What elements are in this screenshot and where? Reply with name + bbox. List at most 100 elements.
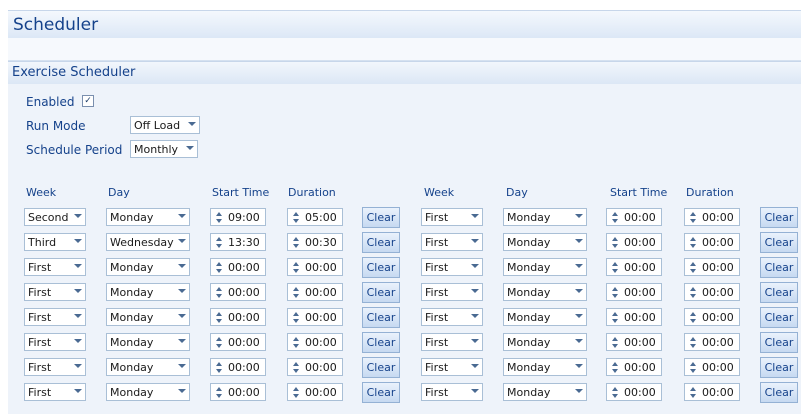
spinner-arrows-icon[interactable]: [293, 335, 300, 349]
down-arrow-icon[interactable]: [216, 369, 222, 373]
up-arrow-icon[interactable]: [216, 387, 222, 391]
day-select[interactable]: Monday: [106, 333, 190, 351]
duration-spinner[interactable]: 00:00: [287, 283, 343, 301]
day-select[interactable]: Monday: [106, 308, 190, 326]
duration-spinner[interactable]: 00:00: [684, 208, 740, 226]
day-select[interactable]: Monday: [503, 333, 587, 351]
down-arrow-icon[interactable]: [612, 344, 618, 348]
day-select[interactable]: Monday: [503, 283, 587, 301]
down-arrow-icon[interactable]: [293, 344, 299, 348]
up-arrow-icon[interactable]: [690, 387, 696, 391]
up-arrow-icon[interactable]: [293, 362, 299, 366]
up-arrow-icon[interactable]: [612, 212, 618, 216]
day-select[interactable]: Monday: [503, 383, 587, 401]
duration-spinner[interactable]: 00:00: [684, 283, 740, 301]
down-arrow-icon[interactable]: [612, 394, 618, 398]
clear-button[interactable]: Clear: [760, 207, 798, 228]
up-arrow-icon[interactable]: [690, 312, 696, 316]
down-arrow-icon[interactable]: [216, 319, 222, 323]
down-arrow-icon[interactable]: [612, 244, 618, 248]
up-arrow-icon[interactable]: [216, 212, 222, 216]
clear-button[interactable]: Clear: [362, 307, 400, 328]
start-time-spinner[interactable]: 13:30: [210, 233, 266, 251]
clear-button[interactable]: Clear: [760, 357, 798, 378]
up-arrow-icon[interactable]: [293, 262, 299, 266]
start-time-spinner[interactable]: 00:00: [606, 208, 662, 226]
enabled-checkbox[interactable]: ✓: [82, 95, 94, 107]
period-select[interactable]: Monthly: [130, 140, 198, 158]
day-select[interactable]: Wednesday: [106, 233, 190, 251]
run-mode-select[interactable]: Off Load: [130, 116, 200, 134]
start-time-spinner[interactable]: 00:00: [210, 358, 266, 376]
start-time-spinner[interactable]: 00:00: [606, 383, 662, 401]
start-time-spinner[interactable]: 00:00: [606, 258, 662, 276]
down-arrow-icon[interactable]: [293, 244, 299, 248]
down-arrow-icon[interactable]: [293, 369, 299, 373]
up-arrow-icon[interactable]: [216, 262, 222, 266]
down-arrow-icon[interactable]: [690, 394, 696, 398]
up-arrow-icon[interactable]: [293, 212, 299, 216]
clear-button[interactable]: Clear: [760, 382, 798, 403]
spinner-arrows-icon[interactable]: [293, 235, 300, 249]
duration-spinner[interactable]: 00:00: [684, 258, 740, 276]
spinner-arrows-icon[interactable]: [690, 335, 697, 349]
start-time-spinner[interactable]: 00:00: [210, 283, 266, 301]
week-select[interactable]: First: [421, 358, 483, 376]
spinner-arrows-icon[interactable]: [293, 285, 300, 299]
day-select[interactable]: Monday: [503, 258, 587, 276]
spinner-arrows-icon[interactable]: [690, 385, 697, 399]
up-arrow-icon[interactable]: [612, 362, 618, 366]
up-arrow-icon[interactable]: [612, 237, 618, 241]
duration-spinner[interactable]: 00:30: [287, 233, 343, 251]
spinner-arrows-icon[interactable]: [293, 260, 300, 274]
spinner-arrows-icon[interactable]: [293, 310, 300, 324]
down-arrow-icon[interactable]: [216, 219, 222, 223]
down-arrow-icon[interactable]: [690, 369, 696, 373]
duration-spinner[interactable]: 00:00: [287, 358, 343, 376]
week-select[interactable]: First: [24, 358, 86, 376]
duration-spinner[interactable]: 00:00: [287, 383, 343, 401]
down-arrow-icon[interactable]: [612, 294, 618, 298]
up-arrow-icon[interactable]: [293, 337, 299, 341]
spinner-arrows-icon[interactable]: [293, 360, 300, 374]
down-arrow-icon[interactable]: [690, 344, 696, 348]
up-arrow-icon[interactable]: [293, 287, 299, 291]
day-select[interactable]: Monday: [503, 208, 587, 226]
down-arrow-icon[interactable]: [690, 269, 696, 273]
down-arrow-icon[interactable]: [216, 344, 222, 348]
duration-spinner[interactable]: 00:00: [684, 233, 740, 251]
down-arrow-icon[interactable]: [612, 319, 618, 323]
down-arrow-icon[interactable]: [612, 269, 618, 273]
week-select[interactable]: First: [24, 333, 86, 351]
day-select[interactable]: Monday: [106, 258, 190, 276]
week-select[interactable]: First: [421, 283, 483, 301]
start-time-spinner[interactable]: 00:00: [606, 283, 662, 301]
down-arrow-icon[interactable]: [293, 394, 299, 398]
duration-spinner[interactable]: 00:00: [684, 358, 740, 376]
week-select[interactable]: First: [24, 258, 86, 276]
spinner-arrows-icon[interactable]: [612, 285, 619, 299]
up-arrow-icon[interactable]: [293, 237, 299, 241]
up-arrow-icon[interactable]: [690, 287, 696, 291]
up-arrow-icon[interactable]: [216, 337, 222, 341]
start-time-spinner[interactable]: 00:00: [606, 333, 662, 351]
down-arrow-icon[interactable]: [216, 394, 222, 398]
start-time-spinner[interactable]: 00:00: [210, 333, 266, 351]
week-select[interactable]: Second: [24, 208, 86, 226]
spinner-arrows-icon[interactable]: [690, 260, 697, 274]
down-arrow-icon[interactable]: [612, 219, 618, 223]
week-select[interactable]: First: [421, 383, 483, 401]
duration-spinner[interactable]: 00:00: [684, 308, 740, 326]
down-arrow-icon[interactable]: [293, 319, 299, 323]
spinner-arrows-icon[interactable]: [612, 335, 619, 349]
spinner-arrows-icon[interactable]: [216, 260, 223, 274]
up-arrow-icon[interactable]: [216, 237, 222, 241]
day-select[interactable]: Monday: [503, 308, 587, 326]
week-select[interactable]: First: [24, 383, 86, 401]
day-select[interactable]: Monday: [106, 283, 190, 301]
spinner-arrows-icon[interactable]: [690, 310, 697, 324]
day-select[interactable]: Monday: [503, 233, 587, 251]
day-select[interactable]: Monday: [106, 358, 190, 376]
down-arrow-icon[interactable]: [216, 294, 222, 298]
week-select[interactable]: First: [24, 308, 86, 326]
